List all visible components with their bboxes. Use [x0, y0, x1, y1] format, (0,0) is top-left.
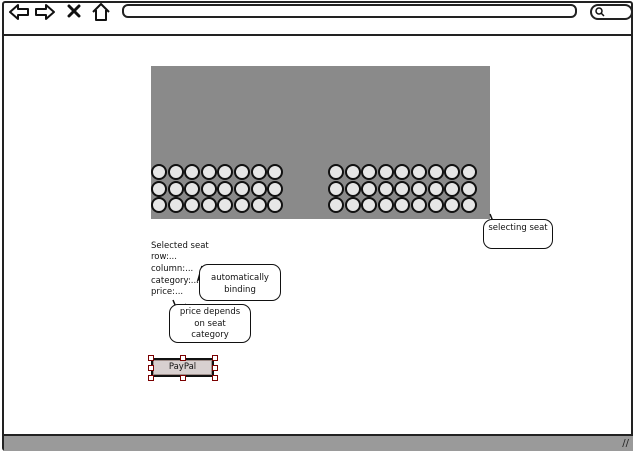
- seat[interactable]: [411, 164, 427, 180]
- seat[interactable]: [151, 164, 167, 180]
- price-depends-note: price depends on seat category: [169, 304, 251, 343]
- seat[interactable]: [200, 180, 217, 197]
- seat[interactable]: [344, 180, 361, 197]
- seat[interactable]: [267, 180, 284, 197]
- seat[interactable]: [250, 180, 267, 197]
- seat[interactable]: [167, 164, 184, 180]
- seat[interactable]: [444, 180, 461, 197]
- seat[interactable]: [328, 164, 344, 180]
- browser-toolbar: [4, 0, 633, 36]
- seat[interactable]: [377, 180, 394, 197]
- search-icon: [595, 7, 605, 17]
- selected-seat-heading: Selected seat: [151, 241, 209, 251]
- seat[interactable]: [460, 197, 477, 214]
- seat[interactable]: [250, 197, 267, 214]
- automatically-binding-note: automatically binding: [199, 264, 281, 301]
- seat[interactable]: [234, 180, 250, 197]
- seat[interactable]: [394, 180, 411, 197]
- column-label: column:...: [151, 264, 194, 274]
- seat[interactable]: [217, 180, 234, 197]
- price-label: price:...: [151, 287, 184, 297]
- selection-handle: [212, 375, 218, 381]
- row-label: row:...: [151, 252, 177, 262]
- selection-handle: [148, 365, 154, 371]
- seat[interactable]: [361, 180, 378, 197]
- category-label: category:...: [151, 276, 199, 286]
- selection-handle: [180, 375, 186, 381]
- seat[interactable]: [411, 180, 427, 197]
- selection-handle: [148, 355, 154, 361]
- seat[interactable]: [377, 164, 394, 180]
- seat[interactable]: [377, 197, 394, 214]
- close-icon[interactable]: [67, 2, 81, 22]
- status-bar: //: [4, 434, 633, 451]
- selection-handle: [180, 355, 186, 361]
- seat[interactable]: [250, 164, 267, 180]
- forward-arrow-icon[interactable]: [34, 2, 56, 22]
- seat[interactable]: [167, 180, 184, 197]
- seat[interactable]: [200, 197, 217, 214]
- selection-handle: [212, 365, 218, 371]
- seat[interactable]: [167, 197, 184, 214]
- seat[interactable]: [328, 180, 344, 197]
- seat[interactable]: [200, 164, 217, 180]
- seat[interactable]: [427, 180, 444, 197]
- home-icon[interactable]: [90, 2, 112, 22]
- address-bar[interactable]: [122, 4, 577, 18]
- seat[interactable]: [234, 164, 250, 180]
- seat[interactable]: [184, 180, 201, 197]
- back-arrow-icon[interactable]: [8, 2, 30, 22]
- selection-handle: [212, 355, 218, 361]
- seat[interactable]: [427, 164, 444, 180]
- seat[interactable]: [460, 164, 477, 180]
- seat[interactable]: [344, 164, 361, 180]
- seat[interactable]: [344, 197, 361, 214]
- seat[interactable]: [151, 180, 167, 197]
- selection-handle: [148, 375, 154, 381]
- selecting-seat-note: selecting seat: [483, 219, 553, 249]
- seat[interactable]: [460, 180, 477, 197]
- search-box[interactable]: [590, 4, 633, 20]
- seat[interactable]: [427, 197, 444, 214]
- resize-grip-icon[interactable]: //: [622, 438, 629, 449]
